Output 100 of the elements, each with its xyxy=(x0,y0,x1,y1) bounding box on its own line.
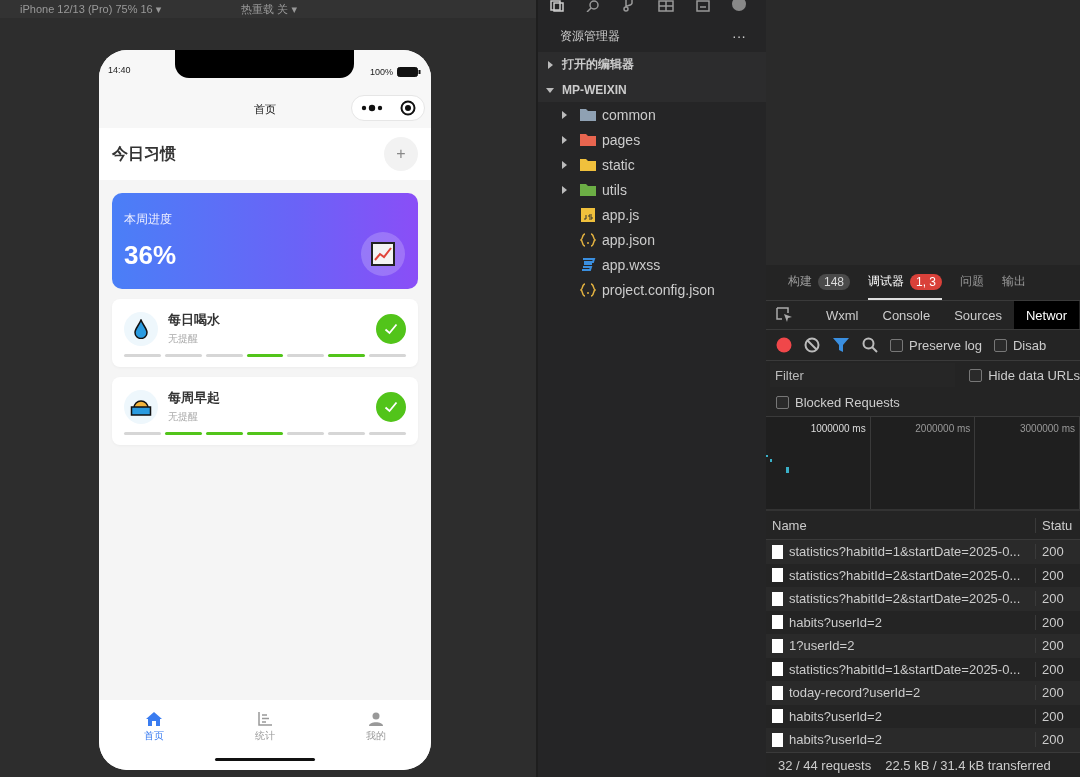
water-drop-icon xyxy=(134,318,148,339)
request-status: 200 xyxy=(1041,732,1064,748)
file-icon xyxy=(772,591,783,606)
hot-reload-selector[interactable]: 热重载 关 ▾ xyxy=(241,1,297,17)
css-file-icon xyxy=(580,257,596,272)
request-row[interactable]: today-record?userId=2 200 xyxy=(766,681,1080,705)
habit-reminder: 无提醒 xyxy=(168,332,199,346)
file-tree-item[interactable]: app.js xyxy=(538,202,766,227)
battery-percent: 100% xyxy=(369,67,393,77)
grid-icon[interactable] xyxy=(658,0,674,12)
file-tree-item[interactable]: app.json xyxy=(538,227,766,252)
timeline-tick: 2000000 ms xyxy=(915,423,971,436)
progress-label: 本周进度 xyxy=(124,211,173,228)
file-icon xyxy=(772,732,783,747)
file-icon xyxy=(772,638,783,653)
branch-icon[interactable] xyxy=(622,0,636,12)
save-icon[interactable] xyxy=(696,0,710,12)
file-icon xyxy=(772,544,783,559)
request-name: statistics?habitId=1&startDate=2025-0... xyxy=(789,661,1021,677)
status-time: 14:40 xyxy=(108,65,131,75)
explorer-title: 资源管理器 xyxy=(560,27,620,45)
column-header[interactable]: Statu xyxy=(1036,517,1073,533)
file-icon xyxy=(772,662,783,677)
file-tree-item[interactable]: pages xyxy=(538,127,766,152)
panel-tab[interactable]: 问题 xyxy=(960,265,985,300)
request-row[interactable]: statistics?habitId=2&startDate=2025-0... 200 xyxy=(766,563,1080,587)
request-status: 200 xyxy=(1041,685,1064,701)
device-selector[interactable]: iPhone 12/13 (Pro) 75% 16 ▾ xyxy=(20,2,162,16)
devtools-tab[interactable]: Wxml xyxy=(814,301,871,329)
option-checkbox[interactable]: Preserve log xyxy=(890,337,982,353)
request-name: statistics?habitId=2&startDate=2025-0... xyxy=(789,591,1021,607)
braces-icon xyxy=(580,232,596,247)
count-badge: 1, 3 xyxy=(910,273,943,290)
capsule-menu[interactable] xyxy=(351,95,425,121)
transfer-size: 22.5 kB / 31.4 kB transferred xyxy=(885,757,1051,773)
section-title: 今日习惯 xyxy=(112,143,176,164)
clear-icon[interactable] xyxy=(804,337,820,353)
request-name: today-record?userId=2 xyxy=(789,685,921,701)
home-icon xyxy=(146,711,163,726)
request-row[interactable]: habits?userId=2 200 xyxy=(766,610,1080,634)
blocked-requests-checkbox[interactable]: Blocked Requests xyxy=(776,395,900,410)
request-row[interactable]: habits?userId=2 200 xyxy=(766,704,1080,728)
user-icon xyxy=(368,711,383,726)
file-tree-item[interactable]: static xyxy=(538,152,766,177)
file-tree-item[interactable]: utils xyxy=(538,177,766,202)
request-row[interactable]: 1?userId=2 200 xyxy=(766,634,1080,658)
check-icon xyxy=(384,400,398,413)
check-button[interactable] xyxy=(376,313,406,344)
filter-icon[interactable] xyxy=(832,337,850,353)
request-row[interactable]: statistics?habitId=1&startDate=2025-0... 200 xyxy=(766,540,1080,564)
inspect-icon[interactable] xyxy=(776,307,794,323)
timeline-tick: 3000000 ms xyxy=(1019,423,1075,436)
file-icon xyxy=(772,568,783,583)
habit-card[interactable]: 每周早起 无提醒 xyxy=(112,377,418,445)
search-icon[interactable] xyxy=(586,0,600,12)
line-chart-icon xyxy=(371,242,395,266)
habit-name: 每日喝水 xyxy=(168,311,221,329)
request-row[interactable]: statistics?habitId=2&startDate=2025-0... 200 xyxy=(766,587,1080,611)
progress-value: 36% xyxy=(124,240,177,271)
request-status: 200 xyxy=(1041,614,1064,630)
caret-icon xyxy=(546,85,554,94)
request-count: 32 / 44 requests xyxy=(778,757,872,773)
request-row[interactable]: statistics?habitId=1&startDate=2025-0... 200 xyxy=(766,657,1080,681)
search-icon[interactable] xyxy=(862,337,878,353)
request-name: statistics?habitId=1&startDate=2025-0... xyxy=(789,544,1021,560)
close-icon[interactable] xyxy=(399,100,416,116)
file-icon xyxy=(772,709,783,724)
explorer-section[interactable]: 打开的编辑器 xyxy=(538,52,766,77)
column-header[interactable]: Name xyxy=(766,517,1036,533)
file-tree-item[interactable]: common xyxy=(538,102,766,127)
tab-bar-item[interactable]: 首页 xyxy=(99,700,210,754)
panel-tab[interactable]: 输出 xyxy=(1002,265,1027,300)
check-button[interactable] xyxy=(376,391,406,422)
explorer-section[interactable]: MP-WEIXIN xyxy=(538,77,766,102)
battery-icon xyxy=(397,67,421,77)
record-icon[interactable] xyxy=(776,337,792,353)
file-tree-item[interactable]: project.config.json xyxy=(538,277,766,302)
request-name: statistics?habitId=2&startDate=2025-0... xyxy=(789,567,1021,583)
more-icon[interactable] xyxy=(360,104,383,112)
request-status: 200 xyxy=(1041,567,1064,583)
request-status: 200 xyxy=(1041,544,1064,560)
file-tree-item[interactable]: app.wxss xyxy=(538,252,766,277)
devtools-tab[interactable]: Console xyxy=(870,301,943,329)
js-file-icon xyxy=(580,207,596,222)
copy-icon[interactable] xyxy=(550,0,564,12)
habit-reminder: 无提醒 xyxy=(168,410,199,424)
hide-data-urls-checkbox[interactable]: Hide data URLs xyxy=(969,367,1080,383)
request-name: habits?userId=2 xyxy=(789,732,882,748)
request-row[interactable]: habits?userId=2 200 xyxy=(766,728,1080,752)
devtools-tab[interactable]: Networ xyxy=(1013,301,1080,329)
panel-tab[interactable]: 构建 148 xyxy=(788,265,851,300)
request-name: habits?userId=2 xyxy=(789,614,882,630)
request-status: 200 xyxy=(1041,661,1064,677)
more-button[interactable]: ··· xyxy=(732,28,746,44)
devtools-tab[interactable]: Sources xyxy=(942,301,1014,329)
option-checkbox[interactable]: Disab xyxy=(994,337,1047,353)
bar-chart-icon xyxy=(258,711,272,726)
timeline-tick: 1000000 ms xyxy=(810,423,866,436)
habit-card[interactable]: 每日喝水 无提醒 xyxy=(112,299,418,367)
panel-tab[interactable]: 调试器 1, 3 xyxy=(868,265,943,300)
